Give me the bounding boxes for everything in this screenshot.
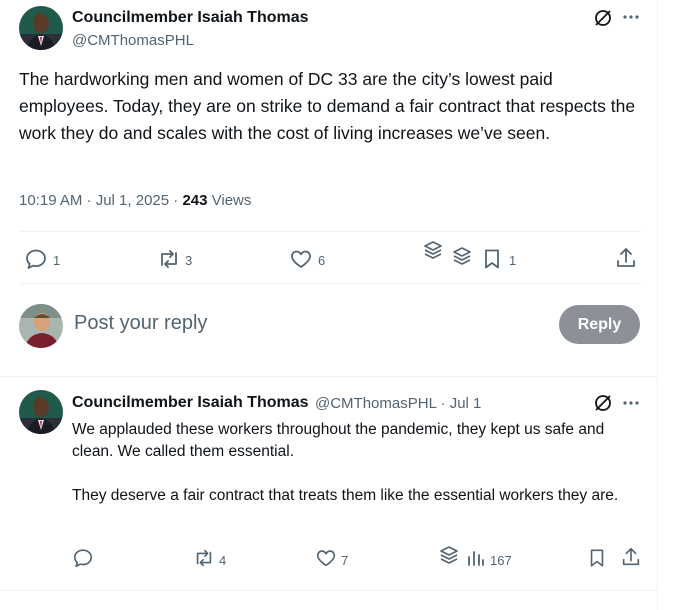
reply-icon[interactable] (24, 247, 48, 271)
reply-icon[interactable] (72, 547, 94, 569)
repost-count: 4 (219, 553, 227, 568)
timeline-column: Councilmember Isaiah Thomas @CMThomasPHL… (0, 0, 658, 610)
person-avatar-icon (19, 6, 63, 50)
grok-icon[interactable] (593, 8, 613, 28)
divider (0, 590, 658, 591)
author-handle[interactable]: @CMThomasPHL (72, 32, 194, 49)
layers-icon[interactable] (437, 543, 461, 567)
reply-button[interactable]: Reply (559, 305, 640, 344)
layers-icon[interactable] (450, 244, 474, 268)
reply-input[interactable]: Post your reply (74, 312, 207, 335)
repost-icon[interactable] (156, 247, 182, 271)
share-icon[interactable] (614, 246, 638, 270)
bookmark-icon[interactable] (481, 247, 503, 271)
reply-paragraph: They deserve a fair contract that treats… (72, 487, 619, 504)
reply-count: 1 (53, 253, 61, 268)
divider (19, 283, 642, 284)
reply-author-handle-date[interactable]: @CMThomasPHL · Jul 1 (315, 395, 481, 412)
current-user-avatar[interactable] (19, 304, 63, 348)
post-text: The hardworking men and women of DC 33 a… (19, 69, 636, 143)
views-count: 167 (490, 553, 512, 568)
grok-icon[interactable] (593, 393, 613, 413)
like-count: 7 (341, 553, 349, 568)
more-options-icon[interactable] (622, 10, 640, 24)
person-avatar-icon (19, 304, 63, 348)
like-icon[interactable] (315, 547, 337, 569)
reply-author-name[interactable]: Councilmember Isaiah Thomas (72, 394, 309, 412)
views-count: 243 (182, 192, 208, 209)
repost-icon[interactable] (192, 547, 216, 569)
views-label: Views (207, 192, 252, 209)
repost-count: 3 (185, 253, 193, 268)
post-meta: 10:19 AM · Jul 1, 2025 · 243 Views (19, 192, 251, 209)
layers-icon[interactable] (421, 238, 445, 262)
more-options-icon[interactable] (622, 396, 640, 410)
like-count: 6 (318, 253, 326, 268)
divider (0, 376, 658, 377)
reply-author-avatar[interactable] (19, 390, 63, 434)
reply-paragraph: We applauded these workers throughout th… (72, 421, 605, 460)
author-avatar[interactable] (19, 6, 63, 50)
bookmark-icon[interactable] (587, 546, 607, 570)
views-bar-chart-icon[interactable] (466, 548, 486, 568)
divider (19, 231, 642, 232)
person-avatar-icon (19, 390, 63, 434)
bookmark-count: 1 (509, 253, 517, 268)
reply-text: We applauded these workers throughout th… (72, 419, 644, 507)
author-name[interactable]: Councilmember Isaiah Thomas (72, 9, 309, 27)
like-icon[interactable] (289, 247, 313, 271)
share-icon[interactable] (620, 546, 642, 568)
post-timestamp[interactable]: 10:19 AM · Jul 1, 2025 · (19, 192, 182, 209)
